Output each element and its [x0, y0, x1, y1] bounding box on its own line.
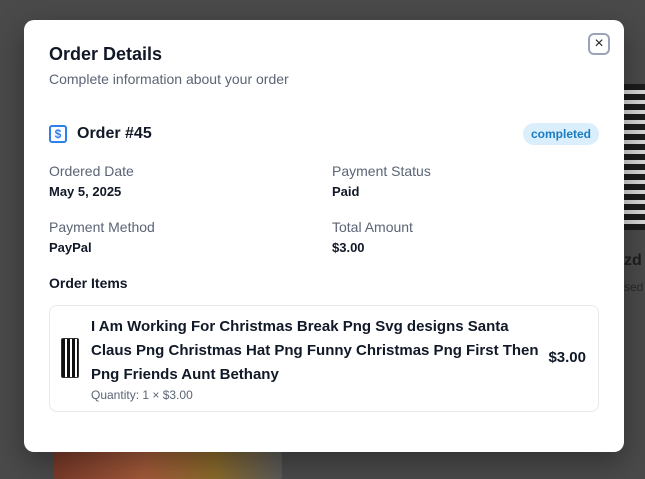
background-card-title: zd	[624, 252, 642, 269]
status-badge: completed	[522, 123, 599, 145]
close-button[interactable]: ×	[588, 33, 610, 55]
payment-method-value: PayPal	[49, 240, 92, 255]
item-price: $3.00	[548, 349, 586, 366]
background-product-image-bottom	[54, 452, 282, 479]
close-icon: ×	[594, 35, 604, 52]
ordered-date-value: May 5, 2025	[49, 184, 122, 199]
modal-title: Order Details	[49, 44, 163, 64]
total-amount-value: $3.00	[332, 240, 365, 255]
order-details-modal: × Order Details Complete information abo…	[24, 20, 624, 452]
item-thumbnail	[61, 338, 79, 378]
item-quantity: Quantity: 1 × $3.00	[91, 388, 193, 402]
total-amount-label: Total Amount	[332, 219, 413, 235]
background-card-subtitle: sed	[624, 280, 644, 294]
modal-subtitle: Complete information about your order	[49, 71, 289, 87]
payment-status-value: Paid	[332, 184, 360, 199]
ordered-date-label: Ordered Date	[49, 163, 134, 179]
order-number: Order #45	[77, 125, 152, 142]
order-item: I Am Working For Christmas Break Png Svg…	[49, 305, 599, 412]
dollar-icon: $	[49, 125, 67, 143]
background-product-image	[622, 84, 645, 230]
payment-status-label: Payment Status	[332, 163, 431, 179]
payment-method-label: Payment Method	[49, 219, 155, 235]
order-items-heading: Order Items	[49, 275, 128, 291]
item-title: I Am Working For Christmas Break Png Svg…	[91, 318, 539, 383]
order-header: $ Order #45 completed	[49, 122, 599, 146]
